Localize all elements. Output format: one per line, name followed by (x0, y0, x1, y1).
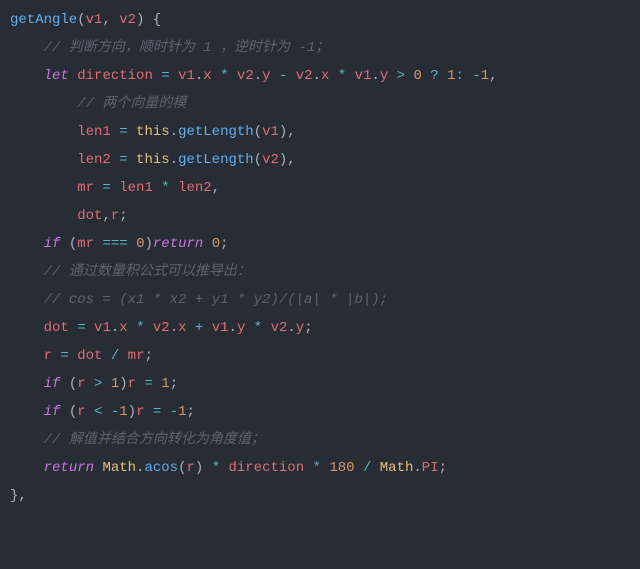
comment-derive: // 通过数量积公式可以推导出： (44, 264, 251, 280)
code-block: getAngle(v1, v2) { // 判断方向，顺时针为 1 ，逆时针为 … (0, 0, 640, 516)
comment-direction: // 判断方向，顺时针为 1 ，逆时针为 -1； (44, 40, 330, 56)
fn-name: getAngle (10, 12, 77, 28)
comment-cos: // cos = (x1 * x2 + y1 * y2)/(|a| * |b|)… (44, 292, 388, 308)
comment-mod: // 两个向量的模 (77, 96, 186, 112)
comment-resolve: // 解值并结合方向转化为角度值； (44, 432, 265, 448)
